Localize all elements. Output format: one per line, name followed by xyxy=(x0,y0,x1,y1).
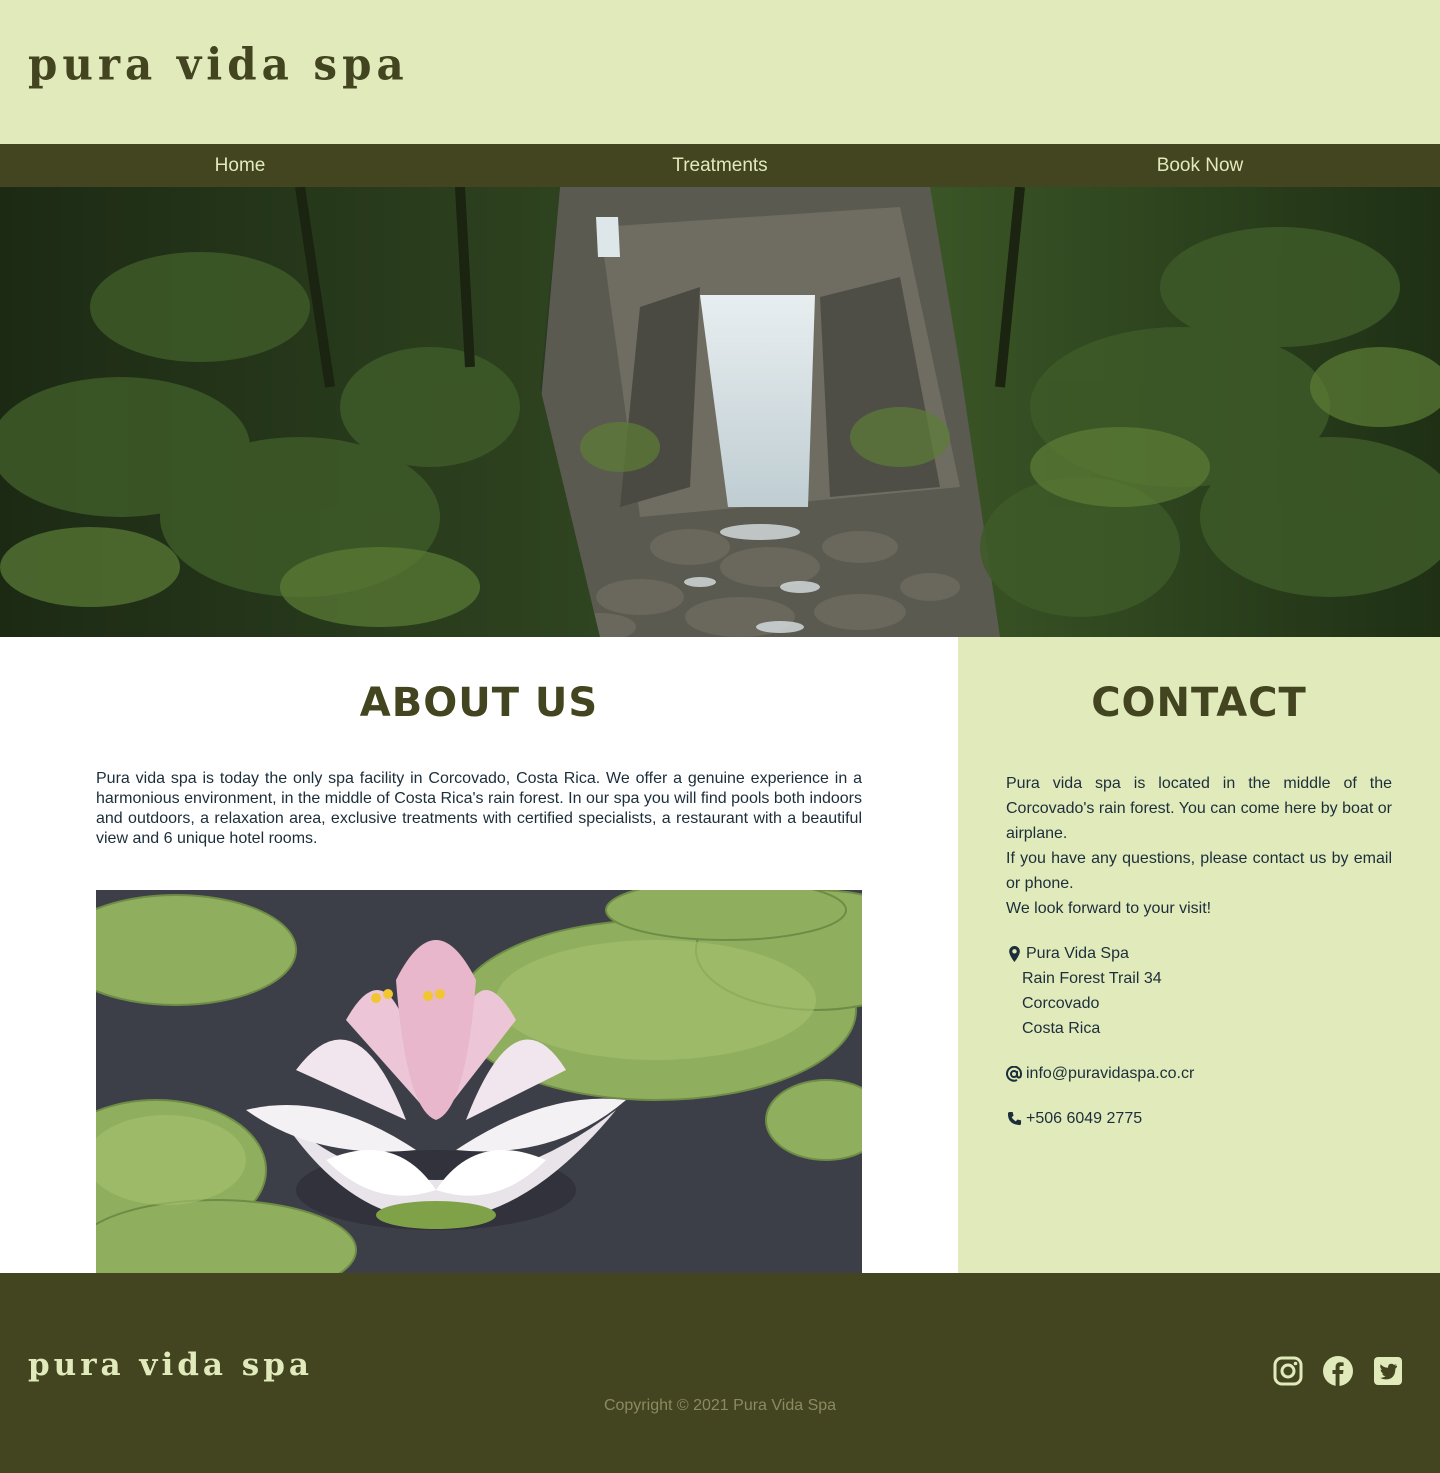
contact-phone-row: +506 6049 2775 xyxy=(1006,1106,1392,1131)
facebook-icon[interactable] xyxy=(1322,1355,1354,1387)
about-section: ABOUT US Pura vida spa is today the only… xyxy=(0,637,958,1273)
main-content: ABOUT US Pura vida spa is today the only… xyxy=(0,637,1440,1273)
about-title: ABOUT US xyxy=(359,680,599,726)
hero-waterfall-image xyxy=(0,187,1440,637)
address-country: Costa Rica xyxy=(1022,1020,1101,1037)
copyright-text: Copyright © 2021 Pura Vida Spa xyxy=(603,1397,837,1414)
instagram-icon[interactable] xyxy=(1272,1355,1304,1387)
lotus-image xyxy=(96,890,862,1273)
address-city: Corcovado xyxy=(1022,995,1100,1012)
map-marker-icon xyxy=(1006,945,1022,962)
contact-address: Pura Vida Spa Rain Forest Trail 34 Corco… xyxy=(1006,941,1392,1041)
email-link[interactable]: info@puravidaspa.co.cr xyxy=(1026,1061,1194,1086)
contact-email-row: info@puravidaspa.co.cr xyxy=(1006,1061,1392,1086)
contact-description: Pura vida spa is located in the middle o… xyxy=(1006,771,1392,921)
social-links xyxy=(1272,1355,1404,1387)
site-header: pura vida spa xyxy=(0,0,1440,144)
phone-icon xyxy=(1006,1111,1022,1127)
contact-line-questions: If you have any questions, please contac… xyxy=(1006,850,1392,892)
contact-title: CONTACT xyxy=(1091,680,1307,726)
about-body: Pura vida spa is today the only spa faci… xyxy=(96,770,862,847)
contact-line-visit: We look forward to your visit! xyxy=(1006,900,1212,917)
site-footer: pura vida spa Copyright © 2021 Pura Vida… xyxy=(0,1273,1440,1473)
twitter-icon[interactable] xyxy=(1372,1355,1404,1387)
contact-section: CONTACT Pura vida spa is located in the … xyxy=(958,637,1440,1273)
nav-treatments-link[interactable]: Treatments xyxy=(480,144,960,187)
phone-link[interactable]: +506 6049 2775 xyxy=(1026,1106,1142,1131)
at-icon xyxy=(1006,1065,1022,1082)
site-logo[interactable]: pura vida spa xyxy=(28,39,409,90)
contact-line-location: Pura vida spa is located in the middle o… xyxy=(1006,775,1392,842)
nav-home-link[interactable]: Home xyxy=(0,144,480,187)
address-name: Pura Vida Spa xyxy=(1026,945,1129,962)
address-street: Rain Forest Trail 34 xyxy=(1022,970,1162,987)
footer-logo[interactable]: pura vida spa xyxy=(28,1347,313,1383)
nav-book-now-link[interactable]: Book Now xyxy=(960,144,1440,187)
main-nav: Home Treatments Book Now xyxy=(0,144,1440,187)
